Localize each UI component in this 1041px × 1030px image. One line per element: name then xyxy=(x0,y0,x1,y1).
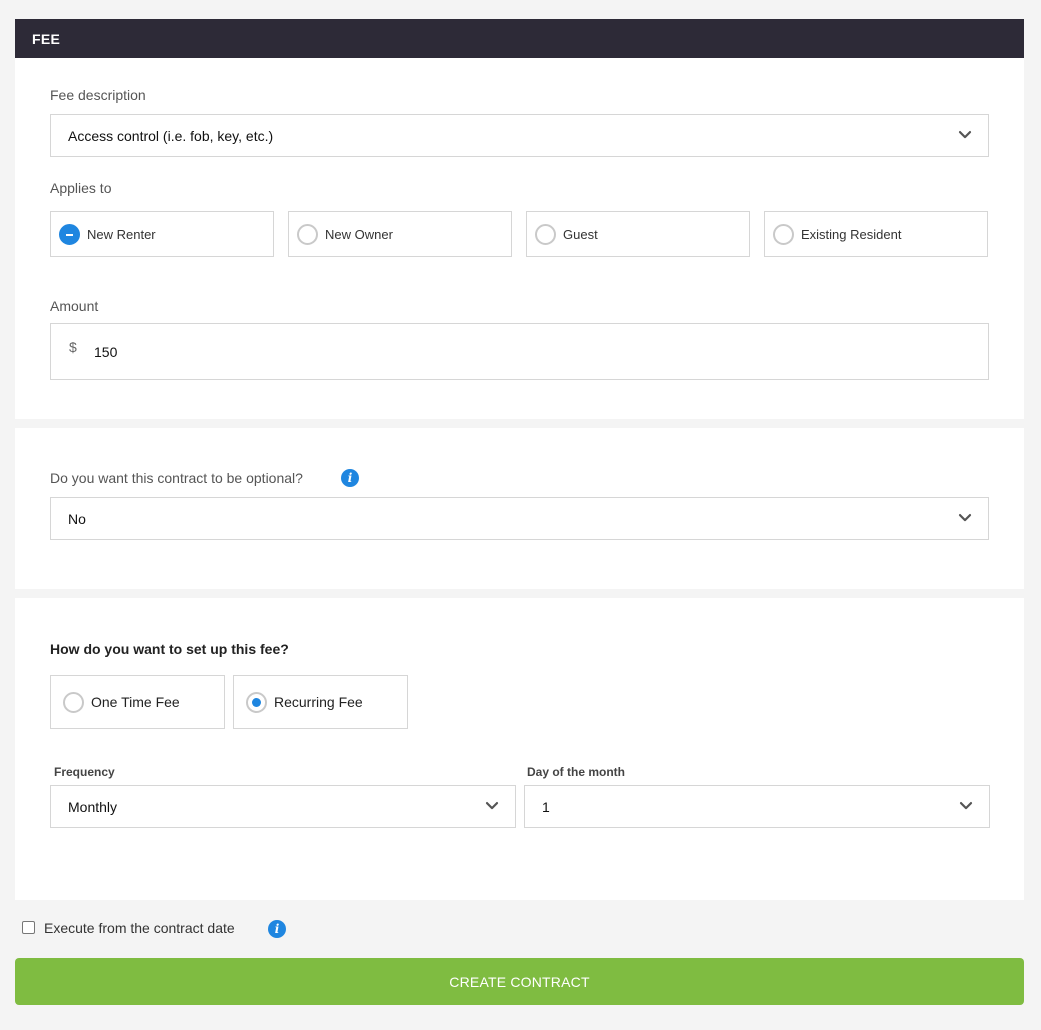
chevron-down-icon xyxy=(958,510,972,524)
day-of-month-value: 1 xyxy=(542,798,550,815)
amount-value: 150 xyxy=(94,344,118,360)
create-contract-button[interactable]: CREATE CONTRACT xyxy=(15,958,1024,1005)
chevron-down-icon xyxy=(485,798,499,812)
applies-option-label: New Owner xyxy=(325,226,393,242)
fee-details-panel: Fee description Access control (i.e. fob… xyxy=(15,58,1024,419)
one-time-fee-option[interactable]: One Time Fee xyxy=(50,675,225,729)
create-contract-label: CREATE CONTRACT xyxy=(449,973,590,990)
applies-option-new-renter[interactable]: New Renter xyxy=(50,211,274,257)
radio-icon xyxy=(297,223,318,245)
applies-to-label: Applies to xyxy=(50,180,112,196)
optional-value: No xyxy=(68,510,86,527)
frequency-label: Frequency xyxy=(54,765,115,779)
applies-option-new-owner[interactable]: New Owner xyxy=(288,211,512,257)
recurring-fee-option[interactable]: Recurring Fee xyxy=(233,675,408,729)
amount-label: Amount xyxy=(50,298,99,314)
optional-question: Do you want this contract to be optional… xyxy=(50,470,303,486)
applies-option-existing-resident[interactable]: Existing Resident xyxy=(764,211,988,257)
radio-icon xyxy=(63,691,84,713)
info-icon[interactable]: i xyxy=(268,920,286,938)
section-header: FEE xyxy=(15,19,1024,58)
fee-type-label: Recurring Fee xyxy=(274,694,363,710)
optional-select[interactable]: No xyxy=(50,497,989,540)
fee-description-select[interactable]: Access control (i.e. fob, key, etc.) xyxy=(50,114,989,157)
fee-setup-panel: How do you want to set up this fee? One … xyxy=(15,598,1024,900)
frequency-select[interactable]: Monthly xyxy=(50,785,516,828)
fee-description-value: Access control (i.e. fob, key, etc.) xyxy=(68,127,274,144)
applies-option-guest[interactable]: Guest xyxy=(526,211,750,257)
chevron-down-icon xyxy=(959,798,973,812)
radio-icon xyxy=(535,223,556,245)
indeterminate-radio-icon xyxy=(59,223,80,245)
currency-symbol: $ xyxy=(69,339,77,355)
execute-checkbox[interactable] xyxy=(22,921,35,934)
day-of-month-label: Day of the month xyxy=(527,765,625,779)
execute-label: Execute from the contract date xyxy=(44,920,235,936)
fee-description-label: Fee description xyxy=(50,87,146,103)
frequency-value: Monthly xyxy=(68,798,118,815)
applies-option-label: Guest xyxy=(563,226,598,242)
chevron-down-icon xyxy=(958,127,972,141)
info-icon[interactable]: i xyxy=(341,469,359,487)
applies-option-label: Existing Resident xyxy=(801,226,902,242)
fee-type-label: One Time Fee xyxy=(91,694,180,710)
applies-option-label: New Renter xyxy=(87,226,156,242)
amount-input[interactable]: $ 150 xyxy=(50,323,989,380)
radio-icon xyxy=(773,223,794,245)
section-title: FEE xyxy=(32,30,61,47)
day-of-month-select[interactable]: 1 xyxy=(524,785,990,828)
setup-question: How do you want to set up this fee? xyxy=(50,641,289,657)
optional-panel: Do you want this contract to be optional… xyxy=(15,428,1024,589)
radio-selected-icon xyxy=(246,691,267,713)
